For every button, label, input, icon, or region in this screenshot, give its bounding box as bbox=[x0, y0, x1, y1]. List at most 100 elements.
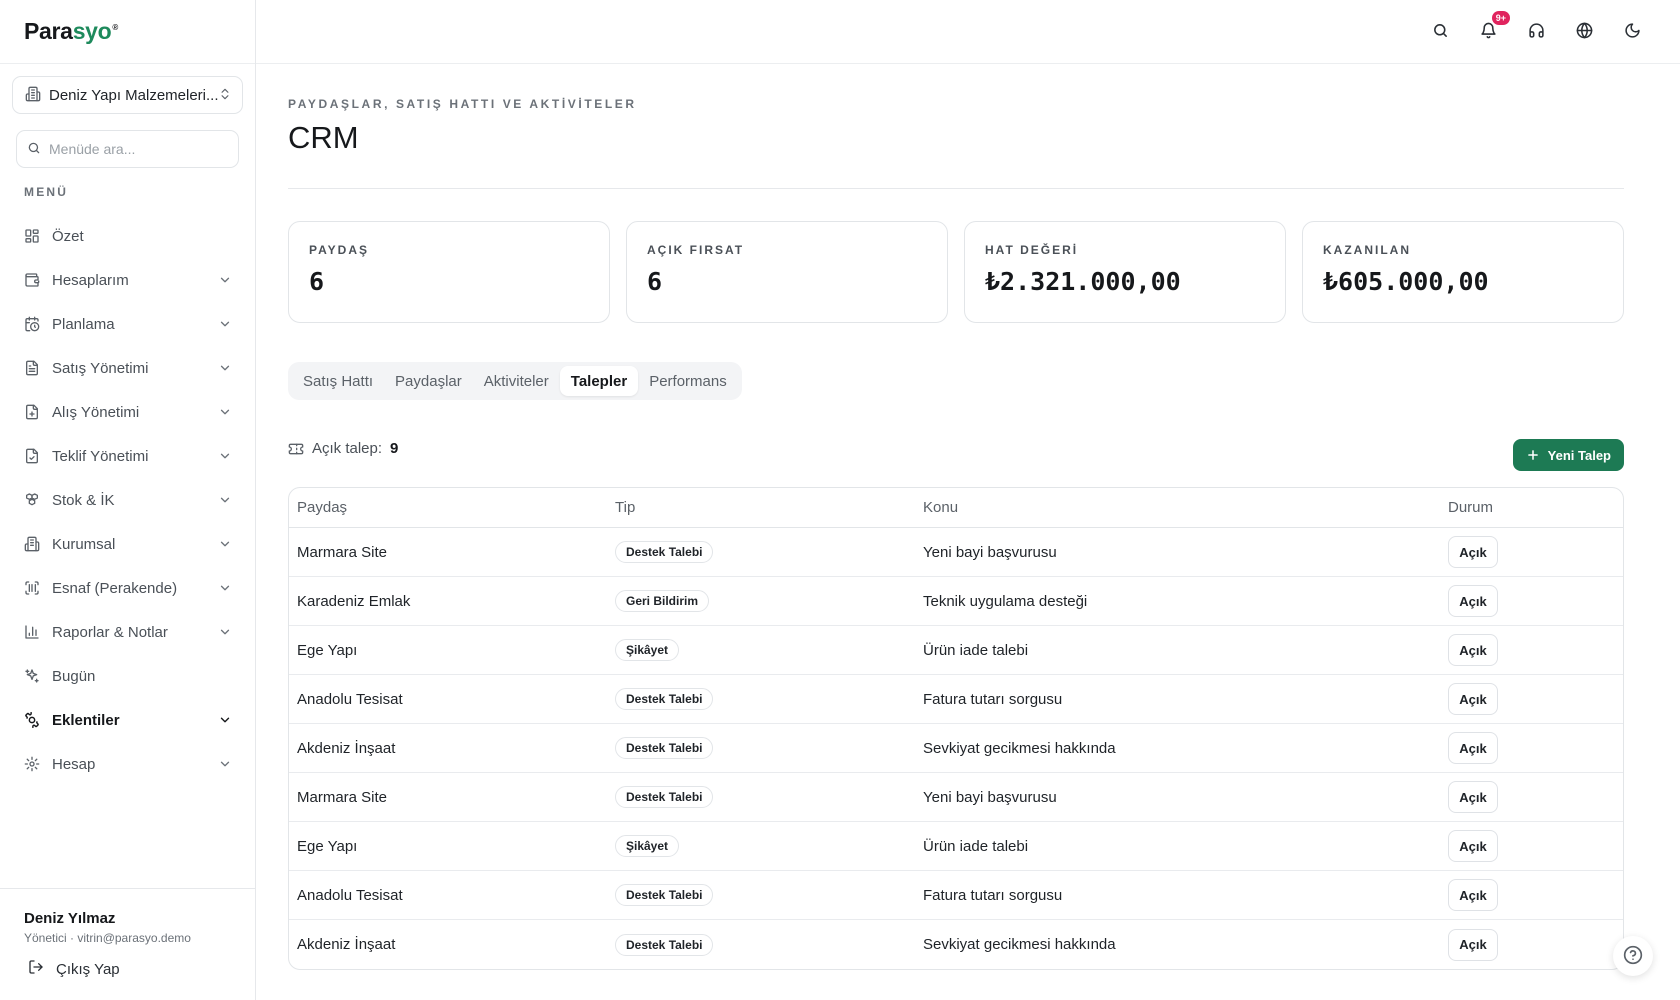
building-icon bbox=[25, 86, 41, 105]
brand-logo[interactable]: Parasyo® bbox=[24, 18, 118, 45]
stat-value: 6 bbox=[647, 267, 663, 296]
app-root: Parasyo® Deniz Yapı Malzemeleri... MENÜ … bbox=[0, 0, 1680, 1000]
sidebar-item-label: Stok & İK bbox=[52, 491, 115, 509]
sidebar-item-planlama[interactable]: Planlama bbox=[12, 302, 244, 346]
sparkles-icon bbox=[24, 668, 40, 684]
theme-toggle-button[interactable] bbox=[1616, 16, 1648, 48]
brand-name-dark: Para bbox=[24, 18, 73, 44]
calendar-clock-icon bbox=[24, 316, 40, 332]
scan-barcode-icon bbox=[24, 580, 40, 596]
page-title: CRM bbox=[288, 120, 359, 155]
header-divider bbox=[288, 188, 1624, 189]
chevrons-up-down-icon bbox=[218, 87, 232, 104]
sidebar-item-raporlar[interactable]: Raporlar & Notlar bbox=[12, 610, 244, 654]
moon-icon bbox=[1624, 22, 1641, 42]
status-button[interactable]: Açık bbox=[1448, 879, 1498, 911]
sidebar-item-bugun[interactable]: Bugün bbox=[12, 654, 244, 698]
help-button[interactable] bbox=[1613, 936, 1653, 976]
column-header-konu[interactable]: Konu bbox=[921, 499, 1446, 516]
table-row[interactable]: Marmara Site Destek Talebi Yeni bayi baş… bbox=[289, 773, 1623, 822]
status-button[interactable]: Açık bbox=[1448, 536, 1498, 568]
status-button[interactable]: Açık bbox=[1448, 928, 1498, 961]
status-button[interactable]: Açık bbox=[1448, 830, 1498, 862]
status-button[interactable]: Açık bbox=[1448, 683, 1498, 715]
sidebar-item-teklif-yonetimi[interactable]: Teklif Yönetimi bbox=[12, 434, 244, 478]
tab-paydaslar[interactable]: Paydaşlar bbox=[384, 366, 473, 396]
plus-icon bbox=[1526, 448, 1540, 462]
new-request-button[interactable]: Yeni Talep bbox=[1512, 439, 1624, 471]
tab-aktiviteler[interactable]: Aktiviteler bbox=[473, 366, 560, 396]
support-button[interactable] bbox=[1520, 16, 1552, 48]
file-check-icon bbox=[24, 448, 40, 464]
crm-tabs: Satış Hattı Paydaşlar Aktiviteler Talepl… bbox=[288, 362, 742, 400]
menu-search-input[interactable] bbox=[49, 141, 219, 157]
sidebar-item-label: Hesaplarım bbox=[52, 271, 129, 289]
chevron-down-icon bbox=[218, 625, 232, 639]
stat-label: AÇIK FIRSAT bbox=[647, 243, 745, 257]
chevron-down-icon bbox=[218, 581, 232, 595]
status-button[interactable]: Açık bbox=[1448, 634, 1498, 666]
search-button[interactable] bbox=[1424, 16, 1456, 48]
user-name: Deniz Yılmaz bbox=[24, 910, 116, 927]
menu-heading: MENÜ bbox=[24, 185, 69, 199]
column-header-tip[interactable]: Tip bbox=[613, 499, 921, 516]
search-icon bbox=[27, 141, 41, 158]
tab-talepler[interactable]: Talepler bbox=[559, 366, 639, 396]
sidebar-item-kurumsal[interactable]: Kurumsal bbox=[12, 522, 244, 566]
sidebar-item-esnaf[interactable]: Esnaf (Perakende) bbox=[12, 566, 244, 610]
building-icon bbox=[24, 536, 40, 552]
table-row[interactable]: Ege Yapı Şikâyet Ürün iade talebi Açık bbox=[289, 626, 1623, 675]
stats-row: PAYDAŞ 6 AÇIK FIRSAT 6 HAT DEĞERİ ₺2.321… bbox=[288, 221, 1624, 323]
table-row[interactable]: Akdeniz İnşaat Destek Talebi Sevkiyat ge… bbox=[289, 920, 1623, 969]
globe-icon bbox=[1576, 22, 1593, 42]
tab-performans[interactable]: Performans bbox=[638, 366, 738, 396]
requests-table: Paydaş Tip Konu Durum Marmara Site Deste… bbox=[288, 487, 1624, 970]
search-icon bbox=[1432, 22, 1449, 42]
status-button[interactable]: Açık bbox=[1448, 585, 1498, 617]
status-button[interactable]: Açık bbox=[1448, 781, 1498, 813]
sidebar-item-label: Eklentiler bbox=[52, 711, 120, 729]
column-header-paydas[interactable]: Paydaş bbox=[289, 499, 613, 516]
cell-subject: Fatura tutarı sorgusu bbox=[923, 886, 1063, 904]
cell-stakeholder: Marmara Site bbox=[297, 788, 388, 806]
sidebar-item-eklentiler[interactable]: Eklentiler bbox=[12, 698, 244, 742]
sidebar-item-alis-yonetimi[interactable]: Alış Yönetimi bbox=[12, 390, 244, 434]
sidebar-item-label: Esnaf (Perakende) bbox=[52, 579, 178, 597]
stat-card-hat-degeri: HAT DEĞERİ ₺2.321.000,00 bbox=[964, 221, 1286, 323]
tab-satis-hatti[interactable]: Satış Hattı bbox=[292, 366, 384, 396]
stat-card-paydas: PAYDAŞ 6 bbox=[288, 221, 610, 323]
sidebar: Parasyo® Deniz Yapı Malzemeleri... MENÜ … bbox=[0, 0, 256, 1000]
company-selector[interactable]: Deniz Yapı Malzemeleri... bbox=[12, 76, 243, 114]
language-button[interactable] bbox=[1568, 16, 1600, 48]
sidebar-item-hesap[interactable]: Hesap bbox=[12, 742, 244, 786]
logout-button[interactable]: Çıkış Yap bbox=[28, 959, 120, 979]
notifications-button[interactable]: 9+ bbox=[1472, 11, 1510, 48]
status-button[interactable]: Açık bbox=[1448, 732, 1498, 764]
puzzle-icon bbox=[24, 712, 40, 728]
table-row[interactable]: Anadolu Tesisat Destek Talebi Fatura tut… bbox=[289, 871, 1623, 920]
headset-icon bbox=[1528, 22, 1545, 42]
sidebar-nav: Özet Hesaplarım Planlama Satış Yönetimi … bbox=[12, 214, 244, 786]
column-header-durum[interactable]: Durum bbox=[1446, 499, 1623, 516]
table-row[interactable]: Anadolu Tesisat Destek Talebi Fatura tut… bbox=[289, 675, 1623, 724]
sidebar-item-satis-yonetimi[interactable]: Satış Yönetimi bbox=[12, 346, 244, 390]
boxes-icon bbox=[24, 492, 40, 508]
bar-chart-icon bbox=[24, 624, 40, 640]
user-role: Yönetici · vitrin@parasyo.demo bbox=[24, 931, 191, 945]
stat-card-kazanilan: KAZANILAN ₺605.000,00 bbox=[1302, 221, 1624, 323]
table-row[interactable]: Karadeniz Emlak Geri Bildirim Teknik uyg… bbox=[289, 577, 1623, 626]
type-badge: Şikâyet bbox=[615, 835, 680, 857]
stat-value: ₺2.321.000,00 bbox=[985, 267, 1181, 296]
table-row[interactable]: Marmara Site Destek Talebi Yeni bayi baş… bbox=[289, 528, 1623, 577]
sidebar-item-label: Planlama bbox=[52, 315, 115, 333]
table-row[interactable]: Ege Yapı Şikâyet Ürün iade talebi Açık bbox=[289, 822, 1623, 871]
table-row[interactable]: Akdeniz İnşaat Destek Talebi Sevkiyat ge… bbox=[289, 724, 1623, 773]
sidebar-item-label: Özet bbox=[52, 227, 84, 245]
table-header: Paydaş Tip Konu Durum bbox=[289, 488, 1623, 528]
help-circle-icon bbox=[1623, 945, 1643, 968]
sidebar-item-ozet[interactable]: Özet bbox=[12, 214, 244, 258]
sidebar-item-hesaplarim[interactable]: Hesaplarım bbox=[12, 258, 244, 302]
open-requests-summary: Açık talep: 9 bbox=[288, 440, 398, 457]
sidebar-item-stok-ik[interactable]: Stok & İK bbox=[12, 478, 244, 522]
type-badge: Geri Bildirim bbox=[615, 590, 710, 612]
